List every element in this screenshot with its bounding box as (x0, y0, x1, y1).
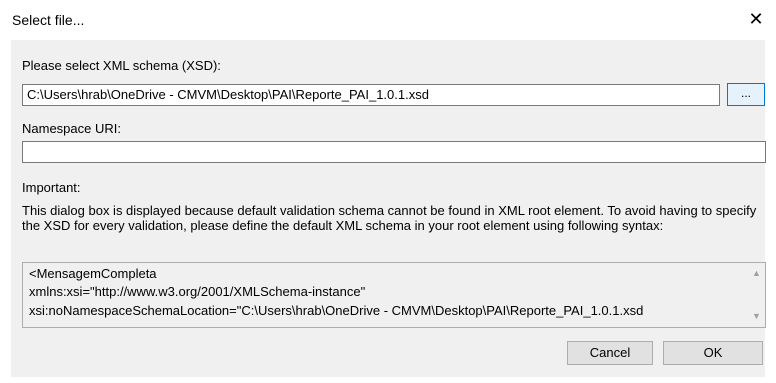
syntax-example-box[interactable]: <MensagemCompleta xmlns:xsi="http://www.… (22, 262, 766, 328)
scroll-up-icon[interactable]: ▲ (748, 265, 765, 282)
schema-path-input[interactable]: C:\Users\hrab\OneDrive - CMVM\Desktop\PA… (22, 84, 720, 106)
syntax-line: xmlns:xsi="http://www.w3.org/2001/XMLSch… (29, 284, 366, 299)
schema-label: Please select XML schema (XSD): (22, 58, 221, 73)
cancel-button[interactable]: Cancel (567, 341, 653, 365)
window-title: Select file... (12, 12, 85, 28)
namespace-label: Namespace URI: (22, 121, 121, 136)
browse-button[interactable]: ... (727, 83, 765, 106)
title-bar: Select file... ✕ (0, 0, 776, 40)
close-icon[interactable]: ✕ (745, 8, 767, 30)
syntax-line: xsi:noNamespaceSchemaLocation="C:\Users\… (29, 303, 644, 318)
scroll-down-icon[interactable]: ▼ (748, 308, 765, 325)
ok-button[interactable]: OK (663, 341, 763, 365)
important-label: Important: (22, 180, 81, 195)
vertical-scrollbar[interactable]: ▲ ▼ (748, 263, 765, 327)
important-text: This dialog box is displayed because def… (22, 203, 757, 233)
syntax-line: <MensagemCompleta (29, 266, 157, 281)
namespace-uri-input[interactable] (22, 141, 766, 163)
